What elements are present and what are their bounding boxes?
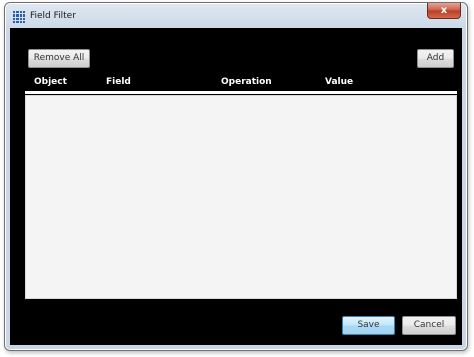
header-divider <box>25 91 457 94</box>
column-header-field[interactable]: Field <box>106 77 131 87</box>
close-button[interactable]: x <box>427 3 461 19</box>
window-title: Field Filter <box>30 11 76 21</box>
filter-list[interactable] <box>25 95 457 299</box>
close-icon: x <box>440 5 448 16</box>
client-area: Remove All Add Object Field Operation Va… <box>10 28 462 345</box>
grid-icon <box>13 11 25 23</box>
cancel-button[interactable]: Cancel <box>402 316 456 335</box>
title-bar[interactable]: Field Filter x <box>5 3 467 29</box>
remove-all-button[interactable]: Remove All <box>28 49 90 68</box>
column-header-object[interactable]: Object <box>34 77 67 87</box>
column-headers: Object Field Operation Value <box>25 77 457 89</box>
save-button[interactable]: Save <box>342 316 395 335</box>
column-header-operation[interactable]: Operation <box>221 77 272 87</box>
column-header-value[interactable]: Value <box>325 77 353 87</box>
field-filter-window: Field Filter x Remove All Add Object Fie… <box>4 2 468 351</box>
add-button[interactable]: Add <box>417 49 454 68</box>
